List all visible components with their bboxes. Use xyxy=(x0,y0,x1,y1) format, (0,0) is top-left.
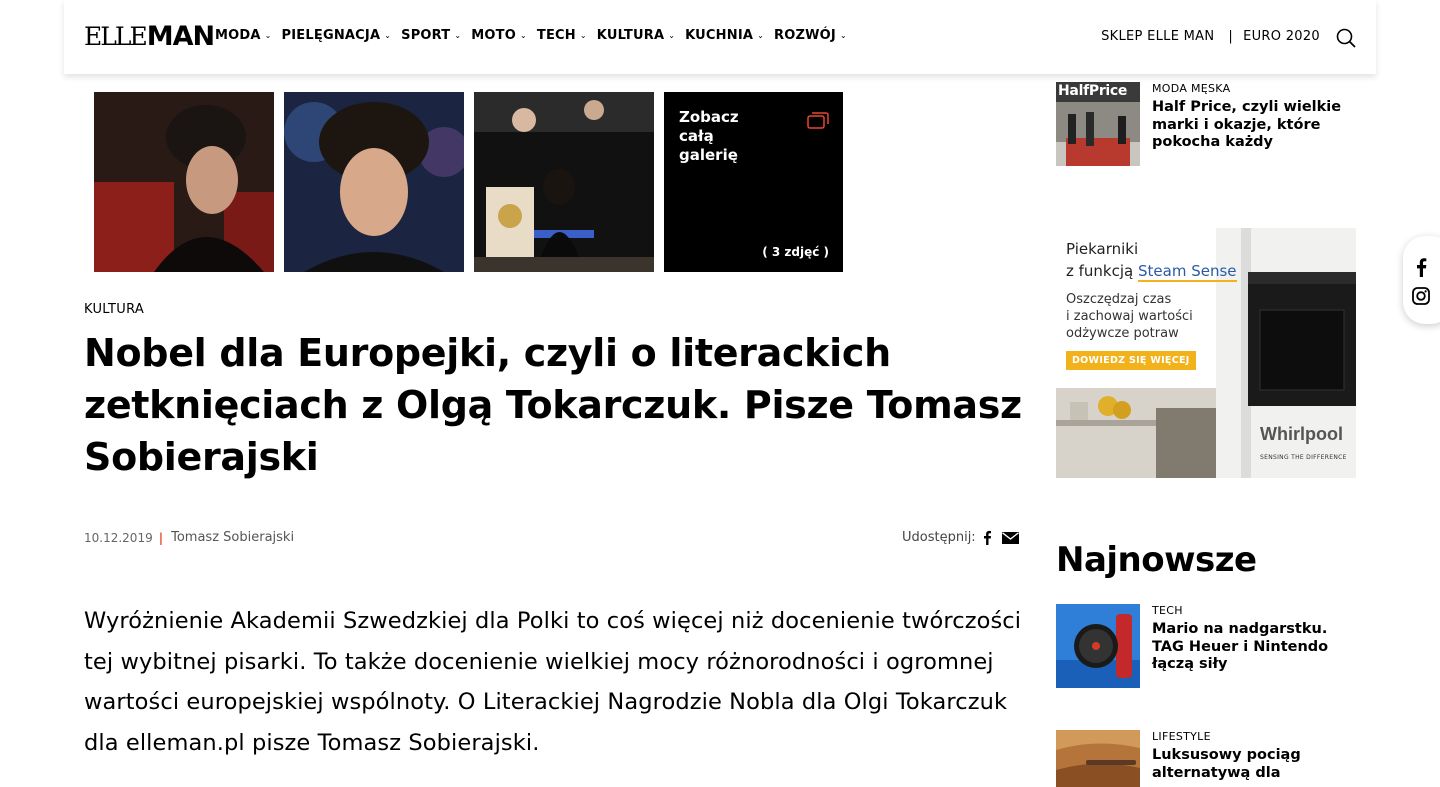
photo-gallery: Zobacz całą galerię ( 3 zdjęć ) xyxy=(94,92,843,272)
meta-separator: | xyxy=(158,530,164,545)
facebook-icon[interactable] xyxy=(982,530,992,545)
latest-article-category[interactable]: TECH xyxy=(1152,604,1357,617)
nav-label: PIELĘGNACJA xyxy=(281,28,381,43)
site-header: ELLE MAN MODA ⌄ PIELĘGNACJA ⌄ SPORT ⌄ MOTO ⌄… xyxy=(64,0,1376,74)
chevron-down-icon: ⌄ xyxy=(264,31,272,40)
ad-tagline: SENSING THE DIFFERENCE xyxy=(1260,454,1347,461)
latest-article-item[interactable]: LIFESTYLE Luksusowy pociąg alternatywą d… xyxy=(1056,730,1357,787)
gallery-photo[interactable] xyxy=(474,92,654,272)
article-thumbnail[interactable] xyxy=(1056,730,1140,787)
share-label: Udostępnij: xyxy=(902,530,976,545)
social-float-bar xyxy=(1403,236,1440,324)
article-title: Nobel dla Europejki, czyli o literackich… xyxy=(84,331,1022,479)
gallery-icon xyxy=(807,112,829,129)
ad-headline: Piekarniki z funkcją Steam Sense xyxy=(1066,238,1237,282)
ad-line2: z funkcją Steam Sense xyxy=(1066,260,1237,282)
nav-label: KULTURA xyxy=(596,28,665,43)
photo-count: ( 3 zdjęć ) xyxy=(762,245,829,259)
nav-item-kultura[interactable]: KULTURA ⌄ xyxy=(597,28,675,43)
logo-man: MAN xyxy=(146,21,215,52)
thumbnail-brand-text: HalfPrice xyxy=(1058,83,1128,99)
latest-article-category[interactable]: LIFESTYLE xyxy=(1152,730,1357,743)
mail-icon[interactable] xyxy=(1001,531,1019,544)
search-icon[interactable] xyxy=(1336,28,1356,48)
sidebar-article-category[interactable]: MODA MĘSKA xyxy=(1152,82,1357,95)
article-thumbnail[interactable] xyxy=(1056,604,1140,688)
chevron-down-icon: ⌄ xyxy=(757,31,765,40)
shop-link[interactable]: SKLEP ELLE MAN xyxy=(1101,29,1214,44)
sidebar-article-text: MODA MĘSKA Half Price, czyli wielkie mar… xyxy=(1152,82,1357,166)
chevron-down-icon: ⌄ xyxy=(579,31,587,40)
link-separator: | xyxy=(1228,29,1234,44)
header-right-links: SKLEP ELLE MAN | EURO 2020 xyxy=(1101,29,1320,44)
instagram-icon[interactable] xyxy=(1412,287,1430,309)
article-author[interactable]: Tomasz Sobierajski xyxy=(171,530,294,545)
ad-highlight: Steam Sense xyxy=(1138,262,1237,282)
main-nav: MODA ⌄ PIELĘGNACJA ⌄ SPORT ⌄ MOTO ⌄ TECH ⌄ KU… xyxy=(215,28,857,43)
latest-article-title[interactable]: Mario na nadgarstku. TAG Heuer i Nintend… xyxy=(1152,621,1357,674)
ad-line3: Oszczędzaj czas xyxy=(1066,292,1172,307)
advertisement-banner[interactable]: Piekarniki z funkcją Steam Sense Oszczęd… xyxy=(1056,228,1356,478)
ad-line5: odżywcze potraw xyxy=(1066,326,1179,341)
latest-section-title: Najnowsze xyxy=(1056,540,1257,580)
nav-item-rozwoj[interactable]: ROZWÓJ ⌄ xyxy=(774,28,847,43)
article-category[interactable]: KULTURA xyxy=(84,302,144,317)
chevron-down-icon: ⌄ xyxy=(384,31,392,40)
gallery-photo[interactable] xyxy=(94,92,274,272)
sidebar-article-halfprice[interactable]: HalfPrice MODA MĘSKA Half Price, czyli w… xyxy=(1056,82,1357,166)
ad-line1: Piekarniki xyxy=(1066,240,1139,258)
sidebar-article-title[interactable]: Half Price, czyli wielkie marki i okazje… xyxy=(1152,99,1357,152)
nav-label: MODA xyxy=(215,28,261,43)
nav-label: ROZWÓJ xyxy=(774,28,836,43)
logo-elle: ELLE xyxy=(84,22,148,51)
gallery-photo[interactable] xyxy=(284,92,464,272)
nav-label: MOTO xyxy=(471,28,516,43)
ad-cta-button[interactable]: DOWIEDZ SIĘ WIĘCEJ xyxy=(1066,351,1196,370)
latest-article-text: TECH Mario na nadgarstku. TAG Heuer i Ni… xyxy=(1152,604,1357,688)
nav-item-kuchnia[interactable]: KUCHNIA ⌄ xyxy=(685,28,764,43)
share-bar: Udostępnij: xyxy=(902,530,1019,545)
article-lead: Wyróżnienie Akademii Szwedzkiej dla Polk… xyxy=(84,608,1022,756)
latest-article-item[interactable]: TECH Mario na nadgarstku. TAG Heuer i Ni… xyxy=(1056,604,1357,688)
ad-subtext: Oszczędzaj czas i zachowaj wartości odży… xyxy=(1066,291,1193,342)
nav-label: SPORT xyxy=(401,28,451,43)
chevron-down-icon: ⌄ xyxy=(454,31,462,40)
nav-item-moda[interactable]: MODA ⌄ xyxy=(215,28,272,43)
facebook-icon[interactable] xyxy=(1414,257,1428,281)
view-gallery-label: Zobacz całą galerię xyxy=(679,108,739,164)
article-thumbnail[interactable]: HalfPrice xyxy=(1056,82,1140,166)
nav-item-sport[interactable]: SPORT ⌄ xyxy=(401,28,461,43)
ad-line4: i zachowaj wartości xyxy=(1066,309,1193,324)
nav-label: KUCHNIA xyxy=(685,28,754,43)
nav-label: TECH xyxy=(536,28,576,43)
ad-line2-prefix: z funkcją xyxy=(1066,262,1138,280)
chevron-down-icon: ⌄ xyxy=(668,31,676,40)
euro-link[interactable]: EURO 2020 xyxy=(1243,29,1320,44)
view-gallery-tile[interactable]: Zobacz całą galerię ( 3 zdjęć ) xyxy=(664,92,843,272)
chevron-down-icon: ⌄ xyxy=(839,31,847,40)
article-date: 10.12.2019 xyxy=(84,530,153,545)
chevron-down-icon: ⌄ xyxy=(520,31,527,40)
nav-item-tech[interactable]: TECH ⌄ xyxy=(537,28,587,43)
elle-man-logo[interactable]: ELLE MAN xyxy=(84,21,215,52)
ad-brand-logo: Whirlpool xyxy=(1260,424,1343,444)
article-meta: 10.12.2019 | Tomasz Sobierajski xyxy=(84,530,294,545)
latest-article-title[interactable]: Luksusowy pociąg alternatywą dla xyxy=(1152,747,1357,782)
nav-item-moto[interactable]: MOTO ⌄ xyxy=(471,28,527,43)
nav-item-pielegnacja[interactable]: PIELĘGNACJA ⌄ xyxy=(282,28,392,43)
latest-article-text: LIFESTYLE Luksusowy pociąg alternatywą d… xyxy=(1152,730,1357,787)
